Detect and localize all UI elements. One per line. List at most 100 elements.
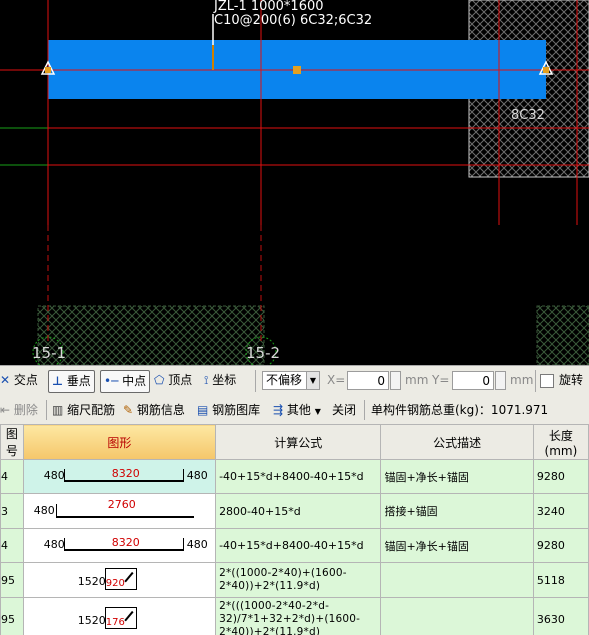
length-cell[interactable]: 3240 (532, 493, 589, 529)
y-coordinate-spinner[interactable] (495, 371, 506, 390)
rebar-toolbar: ⇤ 删除 ▥ 缩尺配筋 ✎ 钢筋信息 ▤ 钢筋图库 ⇶ 其他 ▼ 关闭 单构件钢… (0, 396, 589, 425)
close-button[interactable]: 关闭 (332, 396, 356, 424)
figure-left-length: 480 (43, 538, 65, 551)
x-coordinate-spinner[interactable] (390, 371, 401, 390)
chevron-down-icon: ▼ (314, 407, 321, 416)
snap-midpoint-label: 中点 (122, 374, 147, 388)
delete-button[interactable]: ⇤ 删除 (0, 396, 38, 424)
column-header-formula[interactable]: 计算公式 (215, 424, 382, 460)
figure-no-cell[interactable]: 3 (0, 493, 24, 529)
description-cell[interactable] (380, 562, 534, 598)
rebar-hook-left (63, 469, 66, 480)
stirrup-outside-length: 1520 (77, 614, 106, 627)
rebar-table-container[interactable]: 图号 图形 计算公式 公式描述 长度(mm) 4 480 8320 480 -4… (0, 424, 589, 635)
table-row[interactable]: 4 480 8320 480 -40+15*d+8400-40+15*d 锚固+… (0, 459, 589, 494)
perpendicular-icon: ⊥ (52, 374, 63, 388)
toolbar-separator (535, 370, 536, 392)
rebar-info-icon: ✎ (123, 403, 134, 417)
table-row[interactable]: 95 1520 920 2*((1000-2*40)+(1600-2*40))+… (0, 562, 589, 598)
other-label: 其他 (286, 403, 311, 417)
y-coordinate-label: Y= (432, 373, 450, 387)
length-cell[interactable]: 5118 (532, 562, 589, 598)
snap-perpendicular-button[interactable]: ⊥ 垂点 (48, 370, 95, 393)
formula-cell[interactable]: 2800-40+15*d (215, 493, 382, 529)
x-coordinate-input[interactable]: 0 (347, 371, 389, 390)
lower-hatch-left (37, 305, 265, 365)
figure-cell[interactable]: 480 8320 480 (22, 528, 217, 563)
figure-cell[interactable]: 480 8320 480 (22, 459, 217, 494)
rotate-checkbox[interactable] (540, 374, 554, 388)
snap-intersection-button[interactable]: ✕ 交点 (0, 370, 38, 391)
figure-no-cell[interactable]: 95 (0, 562, 24, 598)
x-unit-label: mm (405, 373, 429, 387)
rebar-hook-right (182, 469, 185, 480)
figure-right-length: 480 (186, 538, 208, 551)
axis-label-15-2: 15-2 (246, 344, 280, 362)
rebar-library-icon: ▤ (197, 403, 209, 417)
snap-toolbar: ✕ 交点 ⊥ 垂点 •─ 中点 ⬠ 顶点 ⟟ 坐标 不偏移 ▼ X= 0 mm … (0, 365, 589, 397)
column-header-figure[interactable]: 图形 (22, 424, 217, 460)
delete-icon: ⇤ (0, 403, 11, 417)
formula-cell[interactable]: -40+15*d+8400-40+15*d (215, 459, 382, 494)
scale-rebar-button[interactable]: ▥ 缩尺配筋 (52, 396, 115, 424)
rebar-hook-left (55, 504, 58, 516)
offset-select-value: 不偏移 (266, 373, 303, 387)
figure-cell[interactable]: 1520 920 (22, 562, 217, 598)
delete-label: 删除 (13, 403, 38, 417)
y-coordinate-value: 0 (482, 374, 490, 388)
column-header-description[interactable]: 公式描述 (380, 424, 534, 460)
stirrup-outside-length: 1520 (77, 575, 106, 588)
rebar-hook-right (182, 538, 185, 549)
snap-perpendicular-label: 垂点 (66, 374, 91, 388)
axis-label-15-1: 15-1 (32, 344, 66, 362)
rebar-library-button[interactable]: ▤ 钢筋图库 (197, 396, 260, 424)
figure-no-cell[interactable]: 4 (0, 459, 24, 494)
formula-cell[interactable]: -40+15*d+8400-40+15*d (215, 528, 382, 563)
length-cell[interactable]: 9280 (532, 459, 589, 494)
description-cell[interactable]: 锚固+净长+锚固 (380, 528, 534, 563)
figure-cell[interactable]: 480 2760 (22, 493, 217, 529)
cad-canvas[interactable]: JZL-1 1000*1600 C10@200(6) 6C32;6C32 8C3… (0, 0, 589, 365)
length-cell[interactable]: 3630 (532, 597, 589, 635)
toolbar-separator (46, 400, 47, 420)
drawing-surface[interactable]: JZL-1 1000*1600 C10@200(6) 6C32;6C32 8C3… (0, 0, 589, 365)
rebar-library-label: 钢筋图库 (212, 403, 261, 417)
toolbar-separator (364, 400, 365, 420)
snap-coordinate-button[interactable]: ⟟ 坐标 (204, 370, 236, 391)
column-header-figure-no[interactable]: 图号 (0, 424, 24, 460)
snap-midpoint-button[interactable]: •─ 中点 (100, 370, 151, 393)
table-row[interactable]: 3 480 2760 2800-40+15*d 搭接+锚固 3240 (0, 493, 589, 529)
length-cell[interactable]: 9280 (532, 528, 589, 563)
figure-right-length: 480 (186, 469, 208, 482)
table-row[interactable]: 4 480 8320 480 -40+15*d+8400-40+15*d 锚固+… (0, 528, 589, 563)
figure-cell[interactable]: 1520 176 (22, 597, 217, 635)
snap-vertex-button[interactable]: ⬠ 顶点 (154, 370, 192, 391)
figure-no-cell[interactable]: 95 (0, 597, 24, 635)
description-cell[interactable] (380, 597, 534, 635)
description-cell[interactable]: 搭接+锚固 (380, 493, 534, 529)
chevron-down-icon[interactable]: ▼ (306, 372, 319, 389)
rebar-shape-line (63, 480, 184, 482)
midpoint-snap-marker[interactable] (293, 66, 301, 74)
description-cell[interactable]: 锚固+净长+锚固 (380, 459, 534, 494)
column-header-length[interactable]: 长度(mm) (532, 424, 589, 460)
intersection-icon: ✕ (0, 373, 11, 387)
beam-label-rebar: C10@200(6) 6C32;6C32 (214, 13, 372, 28)
beam-label-name: JZL-1 1000*1600 (213, 0, 324, 14)
offset-select[interactable]: 不偏移 ▼ (262, 371, 320, 390)
scale-rebar-label: 缩尺配筋 (67, 403, 116, 417)
total-weight-label: 单构件钢筋总重(kg)：1071.971 (371, 403, 549, 417)
formula-cell[interactable]: 2*((1000-2*40)+(1600-2*40))+2*(11.9*d) (215, 562, 382, 598)
coordinate-icon: ⟟ (204, 373, 209, 387)
y-coordinate-input[interactable]: 0 (452, 371, 494, 390)
rotate-label: 旋转 (559, 373, 584, 387)
figure-no-cell[interactable]: 4 (0, 528, 24, 563)
x-coordinate-value: 0 (377, 374, 385, 388)
table-row[interactable]: 95 1520 176 2*(((1000-2*40-2*d-32)/7*1+3… (0, 597, 589, 635)
formula-cell[interactable]: 2*(((1000-2*40-2*d-32)/7*1+32+2*d)+(1600… (215, 597, 382, 635)
rebar-info-button[interactable]: ✎ 钢筋信息 (123, 396, 185, 424)
other-menu-button[interactable]: ⇶ 其他 ▼ (273, 396, 321, 424)
figure-middle-length: 8320 (111, 467, 140, 480)
vertex-icon: ⬠ (154, 373, 165, 387)
rebar-hook-left (63, 538, 66, 549)
